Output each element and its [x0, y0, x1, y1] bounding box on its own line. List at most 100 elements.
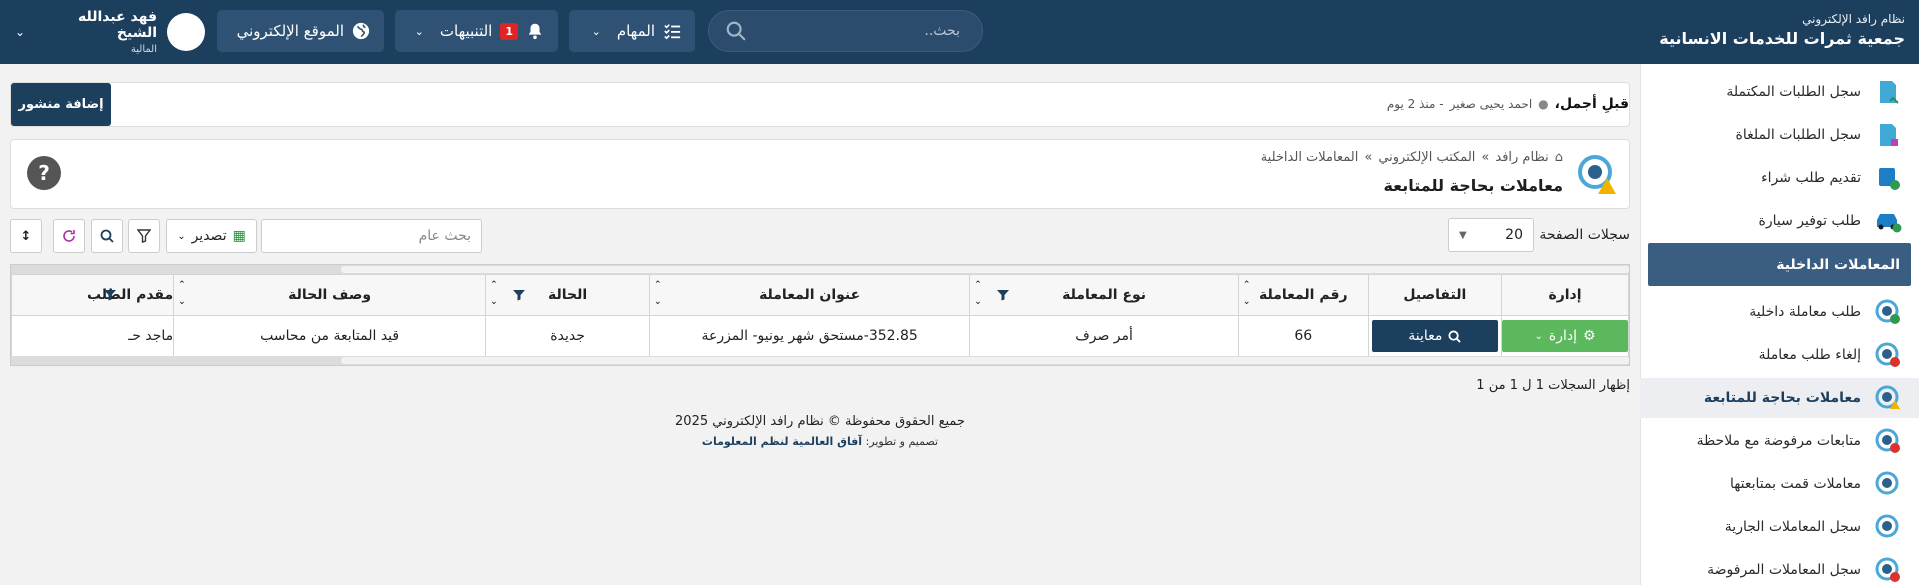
page-header: ⌂ نظام رافد » المكتب الإلكتروني » المعام…: [10, 139, 1630, 209]
gears-icon: ⚙: [1582, 328, 1596, 344]
sort-icon[interactable]: ⌃ ⌄: [974, 277, 982, 311]
sidebar-item-label: إلغاء طلب معاملة: [1758, 347, 1861, 363]
search-placeholder: بحث..: [924, 23, 960, 39]
user-name: فهد عبدالله الشيخ: [78, 9, 157, 41]
preview-button[interactable]: معاينة: [1371, 320, 1498, 352]
per-page-value: 20: [1505, 227, 1523, 243]
search-icon: [726, 21, 746, 41]
sidebar-item-label: معاملات قمت بمتابعتها: [1729, 476, 1861, 492]
breadcrumb-internal[interactable]: المعاملات الداخلية: [1261, 150, 1359, 165]
sidebar-section-internal-transactions[interactable]: المعاملات الداخلية: [1648, 243, 1911, 286]
main-content: قبلِ أجمل، ● احمد يحيى صغير - منذ 2 يوم …: [0, 64, 1640, 585]
export-label: تصدير: [191, 228, 227, 244]
horizontal-scrollbar-top[interactable]: [11, 265, 1629, 274]
filter-icon: [137, 229, 151, 243]
developer-link[interactable]: آفاق العالمية لنظم المعلومات: [702, 435, 862, 448]
help-button[interactable]: ?: [27, 156, 61, 190]
user-menu[interactable]: فهد عبدالله الشيخ المالية ⌄: [15, 9, 205, 55]
sidebar-item-purchase-request[interactable]: تقديم طلب شراء: [1640, 158, 1919, 198]
sidebar-item-followed-transactions[interactable]: معاملات قمت بمتابعتها: [1640, 464, 1919, 504]
sort-icon[interactable]: ⌃ ⌄: [178, 277, 186, 311]
column-header-type[interactable]: نوع المعاملة ⌃ ⌄: [969, 274, 1239, 316]
per-page-select[interactable]: 20 ▼: [1448, 218, 1534, 252]
bell-icon: [528, 23, 542, 40]
cell-number: 66: [1237, 315, 1369, 357]
brand-subtitle: نظام رافد الإلكتروني: [1802, 12, 1905, 26]
chevron-down-icon: ⌄: [177, 230, 186, 242]
sort-icon[interactable]: ⌃ ⌄: [1243, 277, 1251, 311]
sidebar-item-rejected-followups[interactable]: متابعات مرفوضة مع ملاحظة: [1640, 421, 1919, 461]
horizontal-scrollbar-bottom[interactable]: [11, 356, 1629, 365]
sidebar-item-label: سجل المعاملات الجارية: [1724, 519, 1861, 535]
sidebar-item-needs-followup[interactable]: معاملات بحاجة للمتابعة: [1640, 378, 1919, 418]
sidebar-item-label: سجل الطلبات الملغاة: [1735, 127, 1861, 143]
sidebar-item-label: تقديم طلب شراء: [1761, 170, 1861, 186]
manage-button[interactable]: ⚙ إدارة ⌄: [1502, 320, 1628, 352]
sidebar-item-label: سجل المعاملات المرفوضة: [1707, 562, 1861, 578]
sidebar-item-label: طلب معاملة داخلية: [1749, 304, 1861, 320]
post-title: قبلِ أجمل،: [1554, 96, 1629, 112]
column-resize-button[interactable]: ↕: [10, 219, 42, 253]
sort-icon[interactable]: ⌃ ⌄: [490, 277, 498, 311]
sidebar-item-car-request[interactable]: طلب توفير سيارة: [1640, 201, 1919, 241]
excel-icon: ▦: [232, 228, 246, 244]
table-row: ⚙ إدارة ⌄ معاينة 66 أمر صرف 352.85-مستحق: [11, 315, 1629, 357]
records-summary: إظهار السجلات 1 ل 1 من 1: [1476, 378, 1630, 393]
filter-icon[interactable]: [103, 288, 117, 302]
sidebar-item-cancelled-requests[interactable]: سجل الطلبات الملغاة: [1640, 115, 1919, 155]
sidebar-item-rejected-log[interactable]: سجل المعاملات المرفوضة: [1640, 550, 1919, 585]
chevron-down-icon: ⌄: [15, 25, 26, 39]
cell-manage: ⚙ إدارة ⌄: [1501, 315, 1629, 357]
sidebar-item-ongoing-log[interactable]: سجل المعاملات الجارية: [1640, 507, 1919, 547]
gear-icon: [1873, 512, 1903, 542]
sort-icon[interactable]: ⌃ ⌄: [654, 277, 662, 311]
refresh-button[interactable]: [53, 219, 85, 253]
sidebar: سجل الطلبات المكتملة سجل الطلبات الملغاة…: [1640, 64, 1919, 585]
page-title: معاملات بحاجة للمتابعة: [1383, 176, 1563, 195]
cell-requester: ماجد حـ: [11, 315, 175, 357]
caret-down-icon: ▼: [1459, 229, 1467, 241]
cell-status-desc: قيد المتابعة من محاسب: [173, 315, 487, 357]
filter-icon[interactable]: [512, 288, 526, 302]
search-icon: [100, 229, 114, 243]
gear-cancel-icon: [1873, 340, 1903, 370]
table-toolbar: سجلات الصفحة 20 ▼ بحث عام ▦ تصدير ⌄ ↕: [10, 218, 1630, 254]
global-search-input[interactable]: بحث..: [708, 10, 983, 52]
brand[interactable]: نظام رافد الإلكتروني جمعية ثمرات للخدمات…: [1659, 12, 1905, 48]
column-header-title[interactable]: عنوان المعاملة ⌃ ⌄: [649, 274, 971, 316]
purchase-request-icon: [1873, 163, 1903, 193]
column-header-status[interactable]: الحالة ⌃ ⌄: [485, 274, 651, 316]
sidebar-item-internal-request[interactable]: طلب معاملة داخلية: [1640, 292, 1919, 332]
filter-button[interactable]: [128, 219, 160, 253]
export-button[interactable]: ▦ تصدير ⌄: [166, 219, 257, 253]
chevron-down-icon: ⌄: [1534, 330, 1543, 342]
add-post-button[interactable]: إضافة منشور: [11, 83, 111, 126]
avatar: [167, 13, 205, 51]
table-search-input[interactable]: بحث عام: [261, 219, 482, 253]
posts-ticker-bar: قبلِ أجمل، ● احمد يحيى صغير - منذ 2 يوم …: [10, 82, 1630, 127]
car-request-icon: [1873, 206, 1903, 236]
chevron-down-icon: ⌄: [591, 24, 601, 38]
sidebar-item-cancel-request[interactable]: إلغاء طلب معاملة: [1640, 335, 1919, 375]
breadcrumb-office[interactable]: المكتب الإلكتروني: [1378, 150, 1475, 165]
copyright-text: جميع الحقوق محفوظة © نظام رافد الإلكترون…: [675, 414, 965, 429]
filter-icon[interactable]: [996, 288, 1010, 302]
search-button[interactable]: [91, 219, 123, 253]
breadcrumb-home[interactable]: نظام رافد: [1495, 150, 1548, 165]
top-navbar: نظام رافد الإلكتروني جمعية ثمرات للخدمات…: [0, 0, 1919, 64]
column-header-requester[interactable]: مقدم الطلب: [11, 274, 175, 316]
tasks-button[interactable]: المهام ⌄: [569, 10, 695, 52]
search-icon: [1448, 329, 1462, 343]
notifications-button[interactable]: 1 التنبيهات ⌄: [395, 10, 558, 52]
website-label: الموقع الإلكتروني: [236, 22, 344, 40]
sidebar-item-completed-requests[interactable]: سجل الطلبات المكتملة: [1640, 72, 1919, 112]
cancelled-requests-icon: [1873, 120, 1903, 150]
column-header-number[interactable]: رقم المعاملة ⌃ ⌄: [1237, 274, 1369, 316]
gear-alert-icon: [1873, 426, 1903, 456]
tasks-icon: [664, 24, 681, 40]
column-header-status-desc[interactable]: وصف الحالة ⌃ ⌄: [173, 274, 487, 316]
post-time: - منذ 2 يوم: [1386, 97, 1444, 111]
notifications-label: التنبيهات: [439, 22, 493, 40]
post-ticker[interactable]: قبلِ أجمل، ● احمد يحيى صغير - منذ 2 يوم: [1387, 96, 1629, 112]
website-button[interactable]: الموقع الإلكتروني: [217, 10, 384, 52]
